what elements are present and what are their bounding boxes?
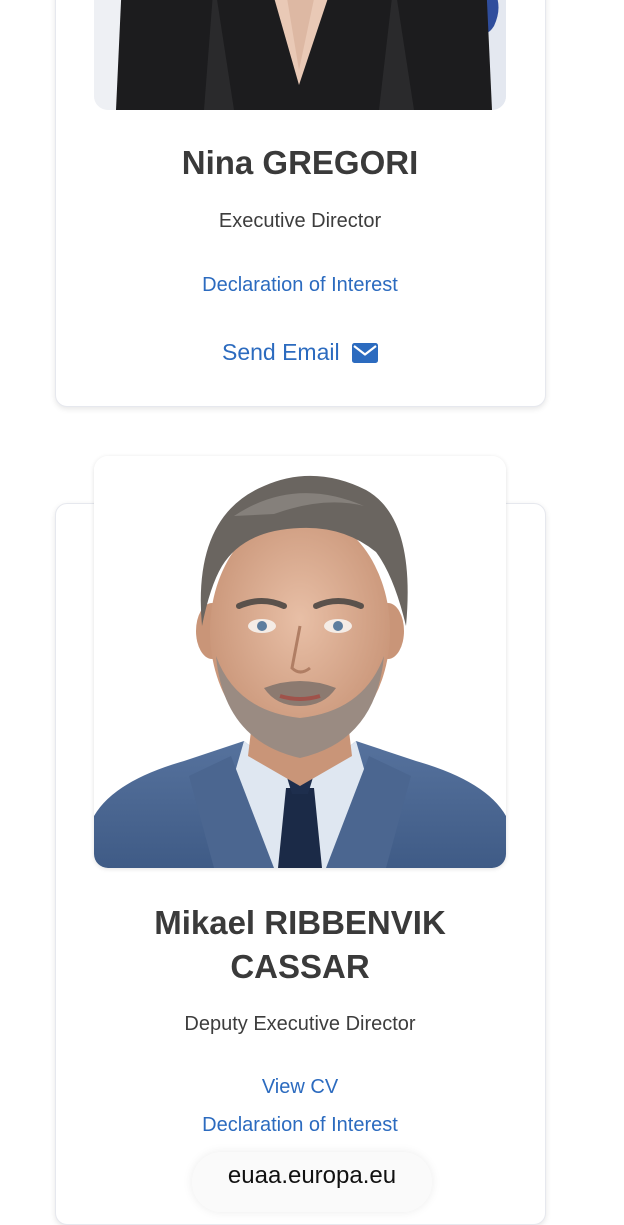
send-email-link[interactable]: Send Email	[94, 339, 506, 366]
envelope-icon	[352, 343, 378, 363]
profile-photo-mikael-ribbenvik-cassar	[94, 456, 506, 868]
send-email-label: Send Email	[221, 339, 340, 365]
person-role: Deputy Executive Director	[184, 1013, 416, 1035]
declaration-of-interest-link[interactable]: Declaration of Interest	[94, 1114, 506, 1137]
browser-url-bar[interactable]: euaa.europa.eu	[192, 1152, 432, 1212]
person-name: Nina GREGORI	[181, 144, 419, 181]
person-role: Executive Director	[218, 210, 382, 232]
person-name-line-2: CASSAR	[230, 948, 370, 985]
view-cv-link[interactable]: View CV	[94, 1076, 506, 1099]
declaration-of-interest-link[interactable]: Declaration of Interest	[94, 274, 506, 297]
person-name-line-1: Mikael RIBBENVIK	[154, 904, 446, 941]
profile-photo-nina-gregori	[94, 0, 506, 110]
